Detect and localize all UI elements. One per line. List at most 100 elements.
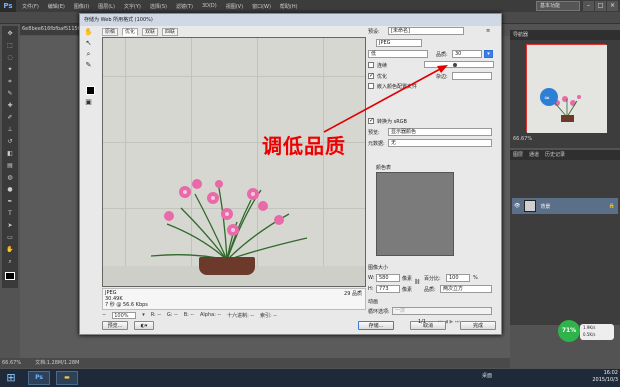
- hand-icon[interactable]: ✋: [84, 28, 93, 36]
- quality-slider[interactable]: [424, 61, 494, 68]
- menu-type[interactable]: 文字(Y): [124, 3, 141, 10]
- shape-tool-icon[interactable]: ▭: [5, 234, 15, 241]
- tab-history[interactable]: 历史记录: [545, 150, 565, 160]
- tab-optimized[interactable]: 优化: [122, 28, 139, 36]
- navigator-thumbnail[interactable]: ≈: [526, 44, 607, 133]
- workspace-select[interactable]: 基本功能: [536, 1, 580, 11]
- history-brush-icon[interactable]: ↺: [5, 138, 15, 145]
- quality-slider-thumb[interactable]: [453, 63, 457, 67]
- width-input[interactable]: 580: [376, 274, 400, 282]
- preview-button[interactable]: 预览...: [102, 321, 128, 330]
- stamp-tool-icon[interactable]: ⊥: [5, 126, 15, 133]
- quality-input[interactable]: 30: [452, 50, 482, 58]
- navigator-tab[interactable]: 导航器: [510, 30, 620, 40]
- format-select[interactable]: JPEG: [376, 39, 422, 47]
- slice-select-icon[interactable]: ↖: [84, 39, 93, 47]
- progressive-checkbox[interactable]: [368, 62, 374, 68]
- tab-layers[interactable]: 图层: [513, 150, 523, 160]
- menu-view[interactable]: 视图(V): [226, 3, 243, 10]
- quality-dropdown-icon[interactable]: ▾: [484, 50, 493, 58]
- memory-badge[interactable]: 71%: [558, 320, 580, 342]
- visibility-eye-icon[interactable]: 👁: [514, 203, 520, 209]
- dodge-tool-icon[interactable]: ●: [5, 186, 15, 193]
- menu-layer[interactable]: 图层(L): [98, 3, 115, 10]
- menu-image[interactable]: 图像(I): [74, 3, 89, 10]
- maximize-button[interactable]: □: [595, 1, 606, 11]
- metadata-select[interactable]: 无: [388, 139, 492, 147]
- tab-channels[interactable]: 通道: [529, 150, 539, 160]
- height-input[interactable]: 773: [376, 285, 400, 293]
- blur-tool-icon[interactable]: ◍: [5, 174, 15, 181]
- eyedropper-icon[interactable]: ✎: [84, 61, 93, 69]
- browser-preview-button[interactable]: ◐▾: [134, 321, 154, 330]
- minimize-button[interactable]: –: [583, 1, 594, 11]
- image-preview[interactable]: [102, 37, 366, 287]
- animation-controls[interactable]: ⏮ ◀ ▶ ⏭: [438, 319, 459, 325]
- eyedropper-color-swatch[interactable]: [86, 86, 95, 95]
- crop-tool-icon[interactable]: ⌗: [5, 78, 15, 85]
- menu-filter[interactable]: 滤镜(T): [176, 3, 193, 10]
- healing-tool-icon[interactable]: ✚: [5, 102, 15, 109]
- layer-thumbnail: [524, 200, 537, 212]
- clock-time: 16:02: [603, 370, 618, 376]
- status-b: B: --: [183, 312, 194, 318]
- foreground-color-swatch[interactable]: [5, 272, 15, 280]
- start-button-icon[interactable]: ⊞: [0, 369, 22, 387]
- lasso-tool-icon[interactable]: ◌: [5, 54, 15, 61]
- move-tool-icon[interactable]: ✥: [5, 30, 15, 37]
- navigator-zoom[interactable]: 66.67%: [513, 136, 532, 142]
- color-table[interactable]: [376, 172, 454, 256]
- optimized-checkbox[interactable]: [368, 72, 374, 79]
- taskbar-folder-icon[interactable]: ▬: [56, 371, 78, 385]
- brush-tool-icon[interactable]: ✐: [5, 114, 15, 121]
- dialog-toolbar: ✋ ↖ ⌕ ✎ ▣: [82, 28, 96, 118]
- type-tool-icon[interactable]: T: [5, 210, 15, 217]
- zoom-tool-icon[interactable]: ⌕: [5, 258, 15, 265]
- toggle-slices-icon[interactable]: ▣: [84, 98, 93, 106]
- marquee-tool-icon[interactable]: ⬚: [5, 42, 15, 49]
- zoom-icon[interactable]: ⌕: [84, 50, 93, 58]
- menu-bar: Ps 文件(F) 编辑(E) 图像(I) 图层(L) 文字(Y) 选择(S) 滤…: [0, 0, 620, 12]
- zoom-select[interactable]: 100%: [112, 311, 137, 319]
- close-button[interactable]: ×: [607, 1, 618, 11]
- tab-original[interactable]: 原稿: [102, 28, 119, 36]
- constrain-link-icon[interactable]: ⛓: [414, 279, 420, 285]
- compression-select[interactable]: 低: [368, 50, 428, 58]
- hand-tool-icon[interactable]: ✋: [5, 246, 15, 253]
- magic-wand-tool-icon[interactable]: ✦: [5, 66, 15, 73]
- status-r: R: --: [150, 312, 161, 318]
- gradient-tool-icon[interactable]: ▤: [5, 162, 15, 169]
- embed-profile-checkbox[interactable]: [368, 83, 374, 89]
- pen-tool-icon[interactable]: ✒: [5, 198, 15, 205]
- menu-help[interactable]: 帮助(H): [280, 3, 298, 10]
- resample-quality-select[interactable]: 两次立方: [440, 285, 492, 293]
- desktop-label[interactable]: 桌面: [482, 372, 492, 379]
- system-clock[interactable]: 16:02 2015/10/3: [584, 370, 618, 384]
- document-tab[interactable]: 6e8bee616fbfbaf5115ff: [20, 24, 81, 35]
- matte-select[interactable]: [452, 72, 492, 80]
- navigator-plant-thumbnail: ≈: [527, 45, 607, 133]
- layer-row[interactable]: 👁 背景 🔒: [512, 198, 618, 214]
- menu-3d[interactable]: 3D(D): [202, 3, 217, 10]
- convert-srgb-checkbox[interactable]: [368, 117, 374, 124]
- layer-name: 背景: [540, 203, 551, 210]
- tab-2-up[interactable]: 双联: [142, 28, 159, 36]
- path-select-tool-icon[interactable]: ➤: [5, 222, 15, 229]
- menu-file[interactable]: 文件(F): [22, 3, 39, 10]
- menu-select[interactable]: 选择(S): [150, 3, 167, 10]
- flower-plant: [150, 179, 308, 261]
- zoom-out-icon[interactable]: −: [102, 312, 106, 318]
- preset-select[interactable]: [未命名]: [388, 27, 464, 35]
- menu-edit[interactable]: 编辑(E): [48, 3, 65, 10]
- preview-select[interactable]: 显示器颜色: [388, 128, 492, 136]
- menu-window[interactable]: 窗口(W): [252, 3, 271, 10]
- status-zoom[interactable]: 66.67%: [2, 358, 21, 368]
- eraser-tool-icon[interactable]: ◧: [5, 150, 15, 157]
- percent-input[interactable]: 100: [446, 274, 470, 282]
- eyedropper-tool-icon[interactable]: ✎: [5, 90, 15, 97]
- tab-4-up[interactable]: 四联: [162, 28, 179, 36]
- zoom-dropdown-icon[interactable]: ▾: [142, 312, 145, 318]
- loop-select[interactable]: 一次: [392, 307, 492, 315]
- settings-menu-icon[interactable]: ≡: [486, 28, 490, 34]
- taskbar-photoshop-icon[interactable]: Ps: [28, 371, 50, 385]
